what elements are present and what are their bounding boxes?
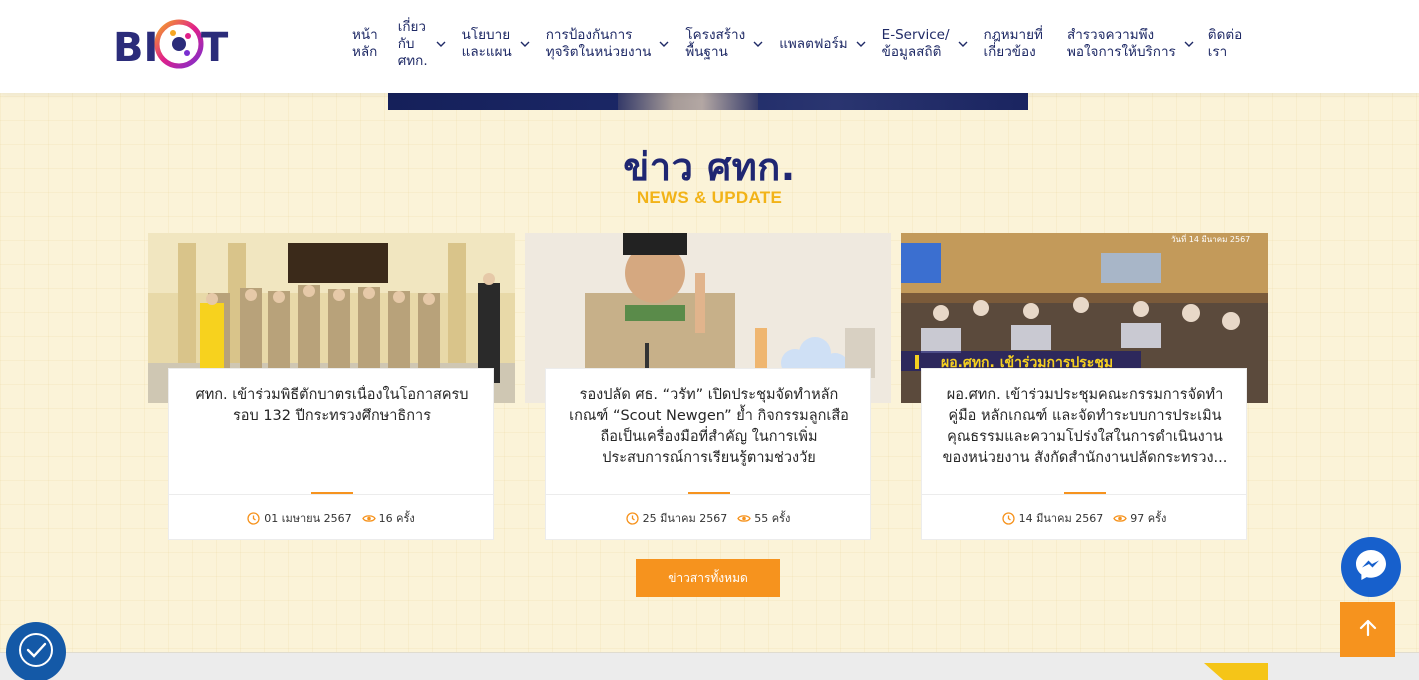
nav-contact[interactable]: ติดต่อ เรา	[1208, 27, 1242, 61]
nav-label: การป้องกันการ ทุจริตในหน่วยงาน	[545, 27, 652, 60]
accessibility-button[interactable]	[6, 622, 66, 680]
nav-about[interactable]: เกี่ยว กับ ศทก.	[398, 19, 446, 70]
news-meta: 01 เมษายน 2567 16 ครั้ง	[169, 495, 493, 541]
news-date: 14 มีนาคม 2567	[1018, 512, 1104, 525]
svg-text:BI: BI	[113, 25, 158, 71]
nav-label: สำรวจความพึง พอใจการให้บริการ	[1066, 27, 1176, 60]
news-views: 97	[1130, 511, 1145, 525]
nav-platform[interactable]: แพลตฟอร์ม	[779, 35, 866, 53]
nav-law[interactable]: กฎหมายที่ เกี่ยวข้อง	[984, 27, 1043, 61]
nav-home[interactable]: หน้า หลัก	[352, 27, 378, 61]
news-views-unit: ครั้ง	[396, 512, 415, 525]
news-image-date: วันที่ 14 มีนาคม 2567	[1171, 233, 1250, 244]
news-views-unit: ครั้ง	[1147, 512, 1167, 525]
nav-survey[interactable]: สำรวจความพึง พอใจการให้บริการ	[1067, 27, 1194, 61]
news-title[interactable]: ศทก. เข้าร่วมพิธีตักบาตรเนื่องในโอกาสครบ…	[185, 385, 479, 485]
svg-text:T: T	[201, 25, 229, 71]
nav-label: หน้า หลัก	[352, 27, 378, 60]
eye-icon	[361, 512, 376, 525]
site-header: BI T หน้า หลัก เกี่ยว กับ ศทก. นโยบาย แล…	[0, 0, 1419, 93]
chevron-down-icon	[753, 39, 763, 49]
nav-label: แพลตฟอร์ม	[779, 35, 848, 52]
news-views: 55	[754, 511, 769, 525]
chevron-down-icon	[520, 39, 530, 49]
nav-label: ติดต่อ เรา	[1207, 27, 1243, 60]
nav-policy[interactable]: นโยบาย และแผน	[462, 27, 530, 61]
nav-eservice[interactable]: E-Service/ ข้อมูลสถิติ	[882, 27, 968, 61]
news-date: 25 มีนาคม 2567	[642, 512, 728, 525]
news-card[interactable]: รองปลัด ศธ. “วรัท” เปิดประชุมจัดทำหลักเก…	[545, 368, 871, 540]
clock-icon	[1002, 511, 1015, 525]
eye-icon	[737, 512, 751, 525]
nav-anticorruption[interactable]: การป้องกันการ ทุจริตในหน่วยงาน	[546, 27, 670, 61]
chevron-down-icon	[856, 39, 866, 49]
messenger-icon	[1354, 548, 1388, 586]
accessibility-icon	[17, 631, 55, 673]
chevron-down-icon	[659, 39, 669, 49]
nav-infrastructure[interactable]: โครงสร้าง พื้นฐาน	[685, 27, 763, 61]
news-card[interactable]: ผอ.ศทก. เข้าร่วมประชุมคณะกรรมการจัดทำคู่…	[921, 368, 1247, 540]
news-meta: 14 มีนาคม 2567 97 ครั้ง	[922, 495, 1246, 541]
clock-icon	[247, 511, 260, 525]
news-views-unit: ครั้ง	[771, 512, 791, 525]
footer-top	[0, 652, 1419, 680]
nav-label: นโยบาย และแผน	[461, 27, 512, 60]
news-date: 01 เมษายน 2567	[264, 512, 352, 525]
messenger-button[interactable]	[1341, 537, 1401, 597]
nav-label: โครงสร้าง พื้นฐาน	[685, 27, 746, 60]
nav-label: กฎหมายที่ เกี่ยวข้อง	[983, 27, 1043, 60]
chevron-down-icon	[1184, 39, 1194, 49]
news-title[interactable]: รองปลัด ศธ. “วรัท” เปิดประชุมจัดทำหลักเก…	[562, 385, 856, 485]
all-news-button[interactable]: ข่าวสารทั้งหมด	[636, 559, 780, 597]
main-nav: หน้า หลัก เกี่ยว กับ ศทก. นโยบาย และแผน …	[352, 16, 1242, 72]
eye-icon	[1113, 512, 1127, 525]
nav-label: เกี่ยว กับ ศทก.	[397, 18, 428, 69]
bict-logo[interactable]: BI T	[113, 14, 235, 74]
news-title[interactable]: ผอ.ศทก. เข้าร่วมประชุมคณะกรรมการจัดทำคู่…	[938, 385, 1232, 485]
chevron-down-icon	[958, 39, 968, 49]
clock-icon	[626, 511, 639, 525]
news-meta: 25 มีนาคม 2567 55 ครั้ง	[546, 495, 870, 541]
news-card[interactable]: ศทก. เข้าร่วมพิธีตักบาตรเนื่องในโอกาสครบ…	[168, 368, 494, 540]
news-views: 16	[378, 511, 393, 525]
chevron-down-icon	[436, 39, 446, 49]
scroll-to-top-button[interactable]	[1340, 602, 1395, 657]
nav-label: E-Service/ ข้อมูลสถิติ	[881, 27, 950, 60]
hero-image-bottom	[388, 93, 1028, 110]
section-subtitle: NEWS & UPDATE	[636, 188, 783, 207]
arrow-up-icon	[1358, 618, 1378, 642]
